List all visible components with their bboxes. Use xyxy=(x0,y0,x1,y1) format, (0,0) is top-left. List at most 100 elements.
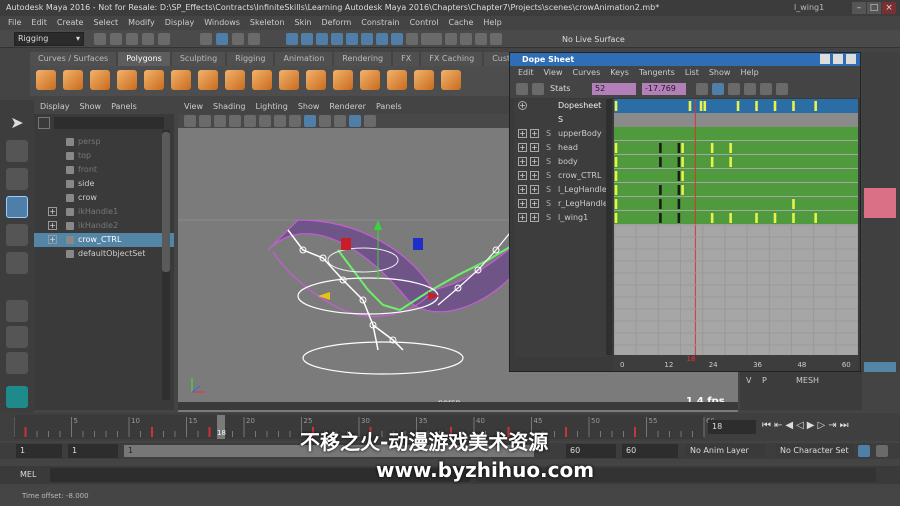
key-marker[interactable] xyxy=(681,143,684,153)
scale-tool-icon[interactable] xyxy=(6,252,28,274)
expand-icon[interactable]: + xyxy=(518,143,527,152)
viewport-menu-item[interactable]: View xyxy=(184,100,203,114)
shelf-tab[interactable]: FX Caching xyxy=(421,52,483,66)
undo-icon[interactable] xyxy=(142,33,154,45)
extract-icon[interactable] xyxy=(333,70,353,90)
image-plane-icon[interactable] xyxy=(214,115,226,127)
spacer-track[interactable] xyxy=(614,113,858,127)
summary-row[interactable]: + Dopesheet S xyxy=(514,99,608,124)
anim-layer-dropdown[interactable]: No Anim Layer xyxy=(686,444,766,458)
magnet-icon[interactable] xyxy=(430,33,442,45)
dope-sheet-row[interactable]: + + SupperBody xyxy=(514,127,608,141)
shelf-tab[interactable]: Polygons xyxy=(118,52,170,66)
ring-icon[interactable] xyxy=(475,33,487,45)
menu-edit[interactable]: Edit xyxy=(31,16,47,30)
expand-icon[interactable]: + xyxy=(530,185,539,194)
viewport-hscrollbar[interactable] xyxy=(178,402,738,410)
key-marker-dark[interactable] xyxy=(677,213,681,223)
key-marker[interactable] xyxy=(755,101,758,111)
step-forward-frame-icon[interactable]: ▷ xyxy=(818,420,826,431)
select-hierarchy-icon[interactable] xyxy=(200,33,212,45)
menu-skin[interactable]: Skin xyxy=(295,16,312,30)
dope-sheet-row[interactable]: + + Scrow_CTRL xyxy=(514,169,608,183)
dope-sheet-menu-item[interactable]: Help xyxy=(740,66,758,80)
key-marker-dark[interactable] xyxy=(677,157,681,167)
dope-sheet-menu-item[interactable]: Tangents xyxy=(639,66,675,80)
shelf-tab[interactable]: Sculpting xyxy=(171,52,226,66)
play-forward-icon[interactable]: ▶ xyxy=(807,420,815,431)
two-pane-layout-icon[interactable] xyxy=(6,352,28,374)
step-back-frame-icon[interactable]: ◀ xyxy=(785,420,793,431)
auto-key-icon[interactable] xyxy=(858,445,870,457)
resolution-gate-icon[interactable] xyxy=(259,115,271,127)
key-marker-dark[interactable] xyxy=(659,213,662,223)
menu-modify[interactable]: Modify xyxy=(128,16,155,30)
channel-track[interactable] xyxy=(614,141,858,154)
cylinder-icon[interactable] xyxy=(90,70,110,90)
smooth-shade-icon[interactable] xyxy=(289,115,301,127)
go-to-end-icon[interactable]: ⏭ xyxy=(840,420,849,431)
channel-track[interactable] xyxy=(614,169,858,182)
cone-icon[interactable] xyxy=(117,70,137,90)
menu-select[interactable]: Select xyxy=(93,16,118,30)
go-to-start-icon[interactable]: ⏮ xyxy=(762,420,771,431)
key-marker[interactable] xyxy=(614,143,618,153)
four-pane-layout-icon[interactable] xyxy=(6,326,28,348)
dope-sheet-row[interactable]: + + Shead xyxy=(514,141,608,155)
dope-sheet-menu-item[interactable]: List xyxy=(685,66,699,80)
key-marker-dark[interactable] xyxy=(677,185,681,195)
platonic-icon[interactable] xyxy=(225,70,245,90)
key-marker[interactable] xyxy=(614,213,618,223)
history-icon[interactable] xyxy=(376,33,388,45)
mel-label[interactable]: MEL xyxy=(20,470,36,479)
ipr-icon[interactable] xyxy=(406,33,418,45)
character-set-dropdown[interactable]: No Character Set xyxy=(776,444,854,458)
save-scene-icon[interactable] xyxy=(126,33,138,45)
shadows-icon[interactable] xyxy=(334,115,346,127)
key-marker-dark[interactable] xyxy=(659,157,662,167)
film-gate-icon[interactable] xyxy=(244,115,256,127)
plane-icon[interactable] xyxy=(171,70,191,90)
outliner-item[interactable]: crow xyxy=(34,191,174,205)
open-scene-icon[interactable] xyxy=(110,33,122,45)
bevel-icon[interactable] xyxy=(441,70,461,90)
key-marker[interactable] xyxy=(792,101,795,111)
menu-cache[interactable]: Cache xyxy=(449,16,474,30)
minimize-button[interactable]: – xyxy=(852,2,866,14)
pyramid-icon[interactable] xyxy=(252,70,272,90)
viewport-menu-item[interactable]: Show xyxy=(298,100,320,114)
timeline-key-tick[interactable] xyxy=(634,427,636,437)
shelf-tab[interactable]: Animation xyxy=(275,52,333,66)
channel-track[interactable] xyxy=(614,183,858,196)
wireframe-icon[interactable] xyxy=(274,115,286,127)
frame-all-icon[interactable] xyxy=(728,83,740,95)
shelf-tab[interactable]: FX xyxy=(393,52,420,66)
expand-icon[interactable]: + xyxy=(530,129,539,138)
outliner-menu-item[interactable]: Display xyxy=(40,100,70,114)
layer-name-label[interactable]: MESH xyxy=(796,376,819,385)
timeline-key-tick[interactable] xyxy=(208,427,211,437)
key-marker[interactable] xyxy=(773,101,777,111)
snap-point-icon[interactable] xyxy=(316,33,328,45)
combine-icon[interactable] xyxy=(279,70,299,90)
outliner-item[interactable]: top xyxy=(34,149,174,163)
select-object-icon[interactable] xyxy=(216,33,228,45)
search-icon[interactable] xyxy=(38,117,50,129)
expand-icon[interactable]: + xyxy=(48,221,57,230)
ds-minimize-button[interactable] xyxy=(820,54,830,64)
menu-control[interactable]: Control xyxy=(410,16,439,30)
lasso-tool-icon[interactable] xyxy=(6,140,28,162)
key-marker[interactable] xyxy=(614,199,618,209)
bookmark-icon[interactable] xyxy=(199,115,211,127)
snap-surface-icon[interactable] xyxy=(346,33,358,45)
maximize-button[interactable]: □ xyxy=(867,2,881,14)
ds-close-button[interactable] xyxy=(846,54,856,64)
loop-icon[interactable] xyxy=(460,33,472,45)
select-tool-icon[interactable]: ➤ xyxy=(6,112,28,134)
expand-icon[interactable]: + xyxy=(530,171,539,180)
textured-icon[interactable] xyxy=(304,115,316,127)
outliner-menu-item[interactable]: Panels xyxy=(111,100,137,114)
dope-sheet-menu-item[interactable]: View xyxy=(544,66,563,80)
key-marker[interactable] xyxy=(792,213,795,223)
viewport-menu-item[interactable]: Shading xyxy=(213,100,246,114)
